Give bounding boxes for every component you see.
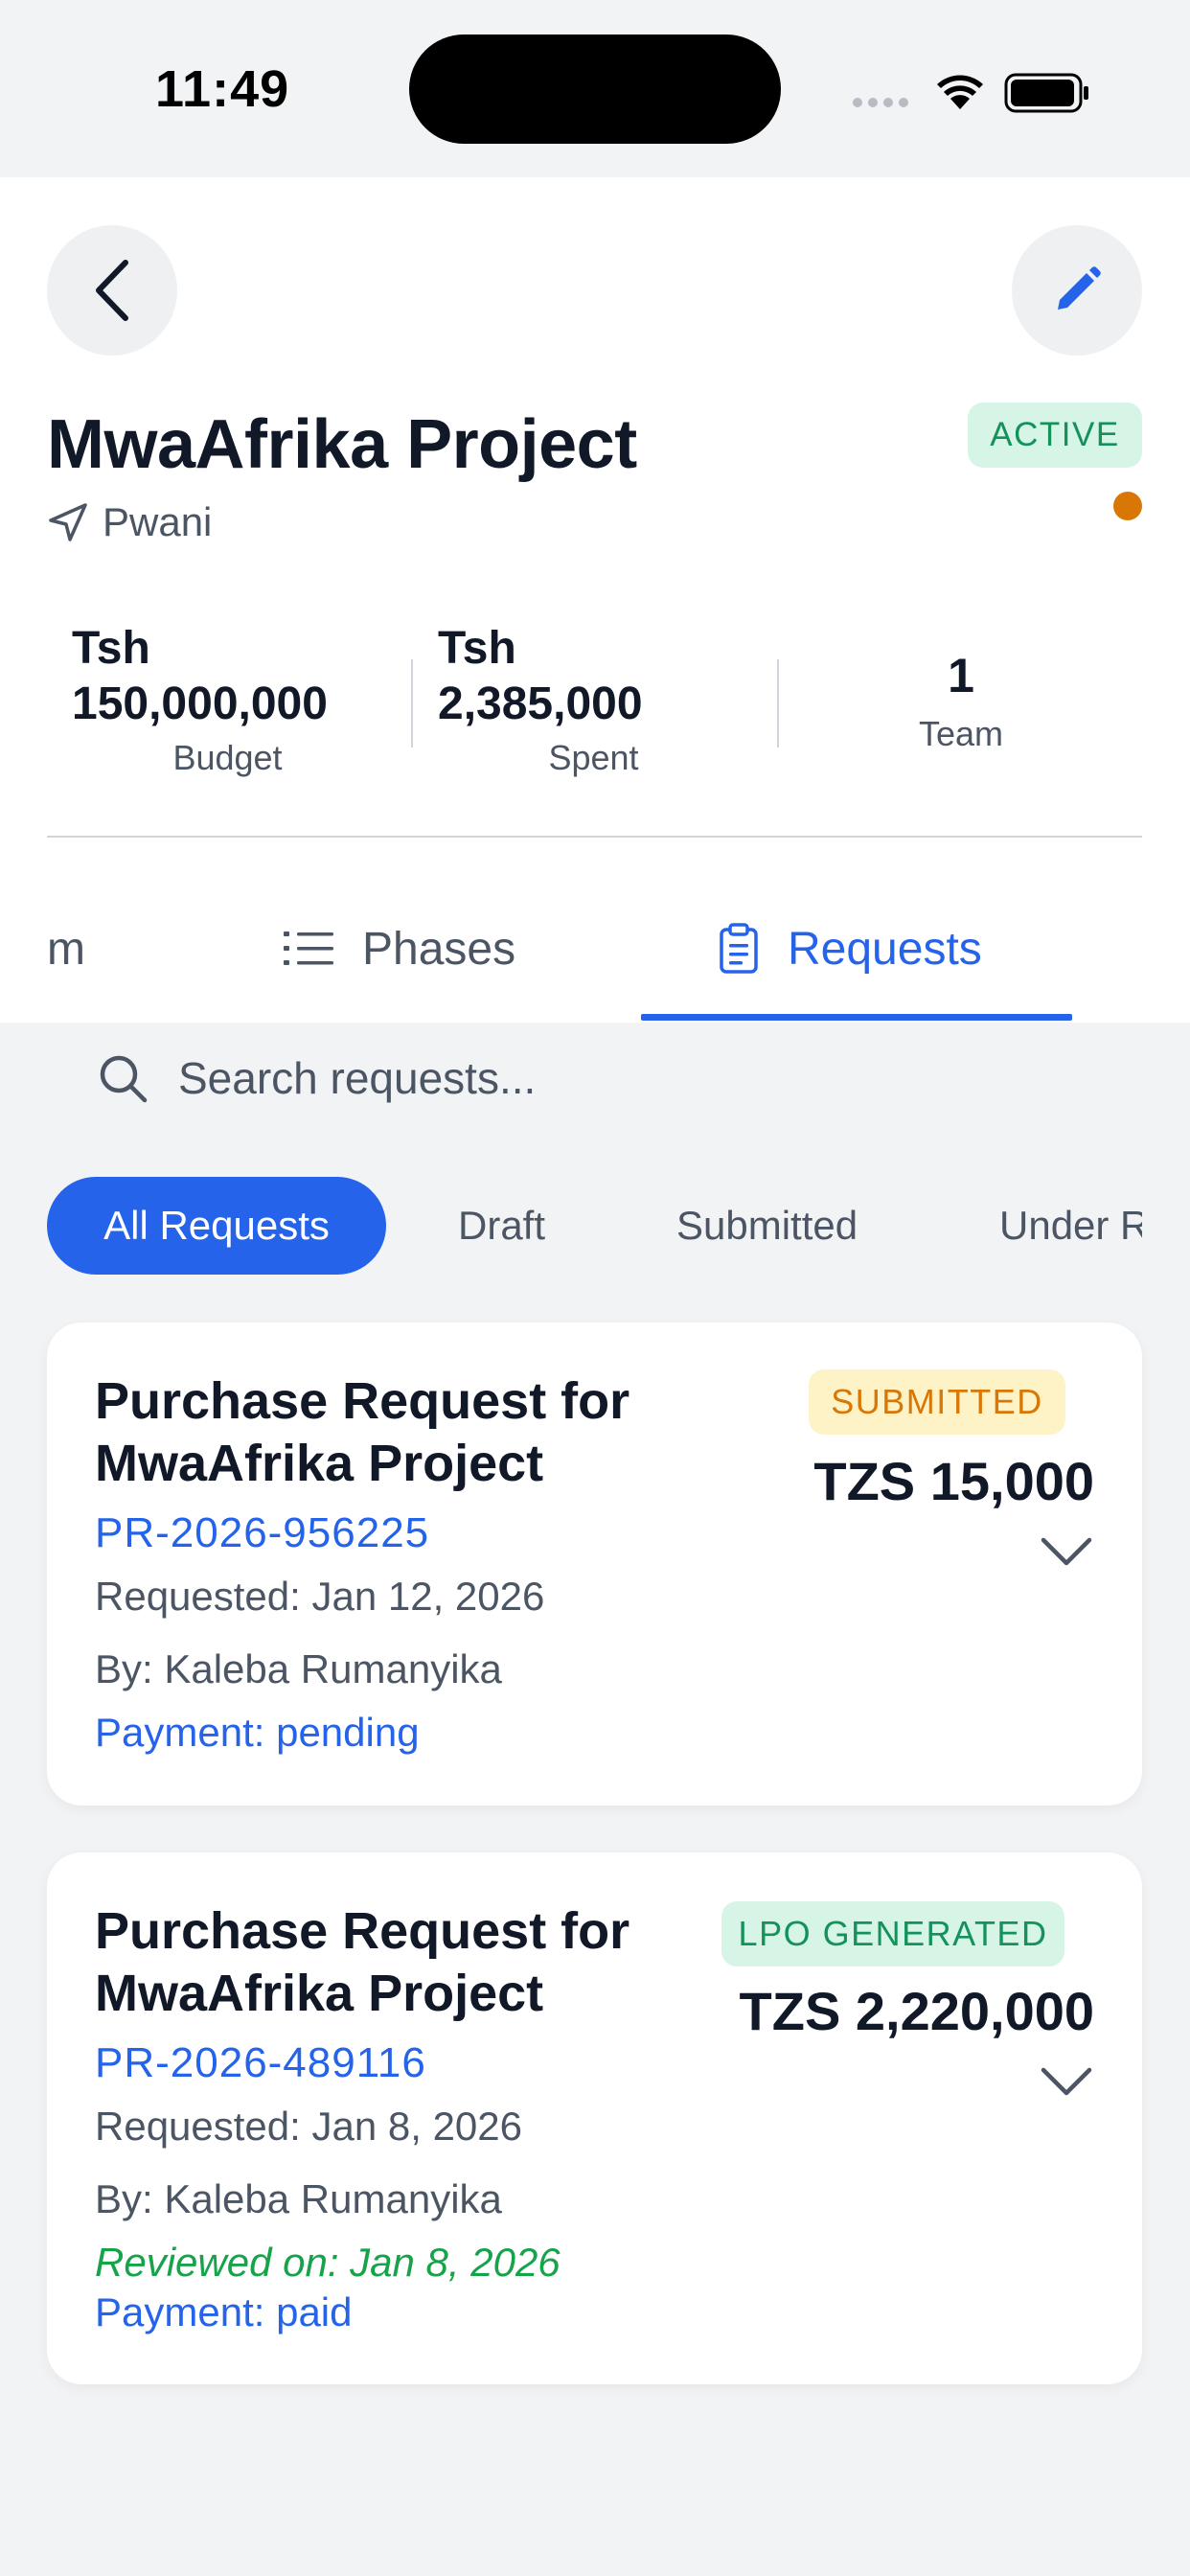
wifi-icon bbox=[937, 75, 983, 109]
location-label: Pwani bbox=[103, 499, 213, 544]
status-badge: SUBMITTED bbox=[809, 1369, 1065, 1435]
team-label: Team bbox=[918, 714, 1004, 753]
payment-status: Payment: paid bbox=[95, 2289, 353, 2334]
request-author: By: Kaleba Rumanyika bbox=[95, 2176, 502, 2221]
budget-currency: Tsh bbox=[72, 623, 150, 674]
chevron-down-icon[interactable] bbox=[1040, 2065, 1093, 2098]
list-icon bbox=[284, 928, 333, 970]
status-time: 11:49 bbox=[155, 60, 290, 118]
tab-bar: m Phases Requests bbox=[0, 891, 1190, 1023]
chevron-down-icon[interactable] bbox=[1040, 1535, 1093, 1568]
budget-label: Budget bbox=[172, 738, 283, 777]
stat-budget: Tsh 150,000,000 Budget bbox=[72, 621, 388, 777]
budget-value: 150,000,000 bbox=[72, 678, 328, 729]
spent-value: 2,385,000 bbox=[438, 678, 643, 729]
search-bar bbox=[96, 1045, 1054, 1112]
request-title: Purchase Request for MwaAfrika Project bbox=[95, 1902, 630, 2022]
filter-all-requests[interactable]: All Requests bbox=[47, 1177, 386, 1275]
request-card[interactable]: Purchase Request for MwaAfrika Project P… bbox=[47, 1322, 1142, 1806]
request-date: Requested: Jan 12, 2026 bbox=[95, 1574, 545, 1619]
signal-icon bbox=[853, 98, 908, 107]
clipboard-icon bbox=[719, 923, 759, 975]
spent-label: Spent bbox=[548, 738, 639, 777]
navigation-icon bbox=[49, 503, 87, 541]
dynamic-island bbox=[409, 34, 781, 144]
request-date: Requested: Jan 8, 2026 bbox=[95, 2104, 523, 2149]
request-id: PR-2026-956225 bbox=[95, 1509, 430, 1556]
status-icons bbox=[853, 67, 1092, 115]
tab-requests[interactable]: Requests bbox=[719, 891, 982, 1006]
active-tab-indicator bbox=[641, 1014, 1072, 1021]
payment-status: Payment: pending bbox=[95, 1710, 420, 1755]
back-button[interactable] bbox=[47, 225, 177, 356]
status-badge: ACTIVE bbox=[968, 402, 1142, 468]
stat-spent: Tsh 2,385,000 Spent bbox=[438, 621, 754, 777]
tab-label: Requests bbox=[788, 923, 982, 975]
project-location: Pwani bbox=[47, 498, 212, 546]
header-divider bbox=[47, 836, 1142, 838]
stat-team: 1 Team bbox=[779, 647, 1143, 754]
tab-label: m bbox=[47, 923, 85, 975]
request-author: By: Kaleba Rumanyika bbox=[95, 1646, 502, 1691]
reviewed-date: Reviewed on: Jan 8, 2026 bbox=[95, 2240, 561, 2285]
request-id: PR-2026-489116 bbox=[95, 2039, 426, 2086]
request-amount: TZS 2,220,000 bbox=[739, 1981, 1094, 2041]
filter-under-review[interactable]: Under R bbox=[999, 1177, 1142, 1275]
status-badge: LPO GENERATED bbox=[721, 1901, 1064, 1966]
request-card[interactable]: Purchase Request for MwaAfrika Project P… bbox=[47, 1852, 1142, 2384]
page-title: MwaAfrika Project bbox=[47, 406, 637, 483]
edit-button[interactable] bbox=[1012, 225, 1142, 356]
battery-icon bbox=[1004, 73, 1088, 113]
status-dot bbox=[1113, 492, 1142, 520]
search-input[interactable] bbox=[178, 1052, 1041, 1104]
filter-submitted[interactable]: Submitted bbox=[676, 1177, 858, 1275]
status-bar: 11:49 bbox=[0, 0, 1190, 177]
search-icon bbox=[100, 1055, 148, 1103]
tab-label: Phases bbox=[362, 923, 516, 975]
request-amount: TZS 15,000 bbox=[813, 1451, 1094, 1511]
pencil-icon bbox=[1058, 266, 1101, 310]
filter-chips: All Requests Draft Submitted Under R bbox=[47, 1177, 1142, 1276]
request-title: Purchase Request for MwaAfrika Project bbox=[95, 1372, 630, 1492]
team-value: 1 bbox=[948, 649, 974, 702]
tab-partial[interactable]: m bbox=[47, 891, 85, 1006]
chevron-left-icon bbox=[96, 260, 128, 321]
filter-draft[interactable]: Draft bbox=[458, 1177, 545, 1275]
spent-currency: Tsh bbox=[438, 623, 516, 674]
tab-phases[interactable]: Phases bbox=[284, 891, 515, 1006]
stat-divider bbox=[777, 659, 779, 748]
stat-divider bbox=[411, 659, 413, 748]
